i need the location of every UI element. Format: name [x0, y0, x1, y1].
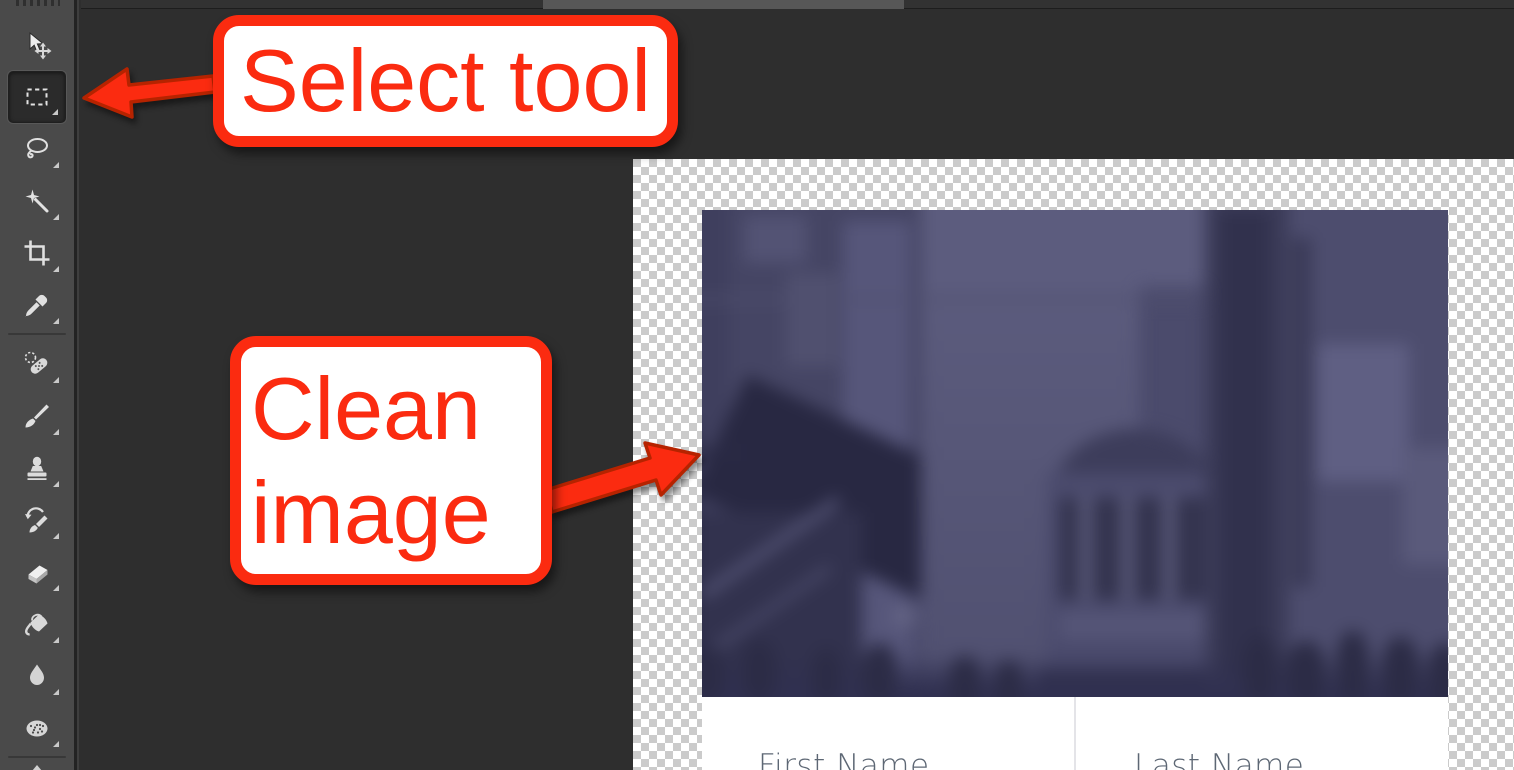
tool-magic-wand[interactable]: [8, 175, 66, 227]
clean-image-callout-label: Clean image: [251, 357, 541, 565]
toolbar: [0, 0, 74, 770]
pen-tool-partial-icon[interactable]: [32, 765, 42, 770]
magic-wand-icon: [22, 186, 52, 216]
photoshop-window: First Name Last Name: [0, 0, 1514, 770]
paint-bucket-icon: [22, 609, 52, 639]
toolbar-grip[interactable]: [16, 0, 60, 6]
rectangular-marquee-icon: [22, 82, 52, 112]
toolbar-divider: [8, 756, 66, 758]
eraser-icon: [22, 557, 52, 587]
lasso-icon: [22, 134, 52, 164]
tool-clone-stamp[interactable]: [8, 442, 66, 494]
first-name-label: First Name: [758, 748, 930, 770]
tool-flyout-indicator: [53, 585, 59, 591]
tool-history-brush[interactable]: [8, 494, 66, 546]
select-tool-callout-label: Select tool: [240, 29, 651, 133]
tool-flyout-indicator: [53, 429, 59, 435]
tool-sponge[interactable]: [8, 702, 66, 754]
tool-flyout-indicator: [53, 318, 59, 324]
toolbar-divider: [8, 333, 66, 335]
brush-icon: [22, 401, 52, 431]
tool-flyout-indicator: [53, 689, 59, 695]
eyedropper-icon: [22, 290, 52, 320]
tool-flyout-indicator: [53, 741, 59, 747]
tool-eraser[interactable]: [8, 546, 66, 598]
document-tab[interactable]: [543, 0, 904, 9]
tool-lasso[interactable]: [8, 123, 66, 175]
transparency-checkerboard: First Name Last Name: [633, 159, 1514, 770]
tool-flyout-indicator: [53, 533, 59, 539]
tool-rectangular-marquee[interactable]: [8, 71, 66, 123]
panel-divider: [74, 0, 81, 770]
topbar: [0, 0, 1514, 9]
sponge-icon: [22, 713, 52, 743]
tool-eyedropper[interactable]: [8, 279, 66, 331]
clone-stamp-icon: [22, 453, 52, 483]
tool-paint-bucket[interactable]: [8, 598, 66, 650]
document-form-area: First Name Last Name: [702, 697, 1448, 770]
blur-icon: [22, 661, 52, 691]
tool-blur[interactable]: [8, 650, 66, 702]
crop-icon: [22, 238, 52, 268]
spot-healing-brush-icon: [22, 349, 52, 379]
history-brush-icon: [22, 505, 52, 535]
tool-brush[interactable]: [8, 390, 66, 442]
tool-flyout-indicator: [53, 377, 59, 383]
tool-flyout-indicator: [52, 109, 58, 115]
tool-flyout-indicator: [53, 637, 59, 643]
tool-crop[interactable]: [8, 227, 66, 279]
tool-flyout-indicator: [53, 266, 59, 272]
tool-spot-healing-brush[interactable]: [8, 338, 66, 390]
document-image[interactable]: [702, 210, 1448, 697]
move-icon: [22, 30, 52, 60]
last-name-label: Last Name: [1134, 748, 1304, 770]
tool-flyout-indicator: [53, 214, 59, 220]
select-tool-callout: Select tool: [213, 15, 678, 147]
tool-flyout-indicator: [53, 481, 59, 487]
form-column-divider: [1074, 697, 1076, 770]
tool-move[interactable]: [8, 19, 66, 71]
tool-flyout-indicator: [53, 162, 59, 168]
photo-blur-layers: [702, 210, 1448, 697]
clean-image-callout: Clean image: [230, 336, 552, 585]
